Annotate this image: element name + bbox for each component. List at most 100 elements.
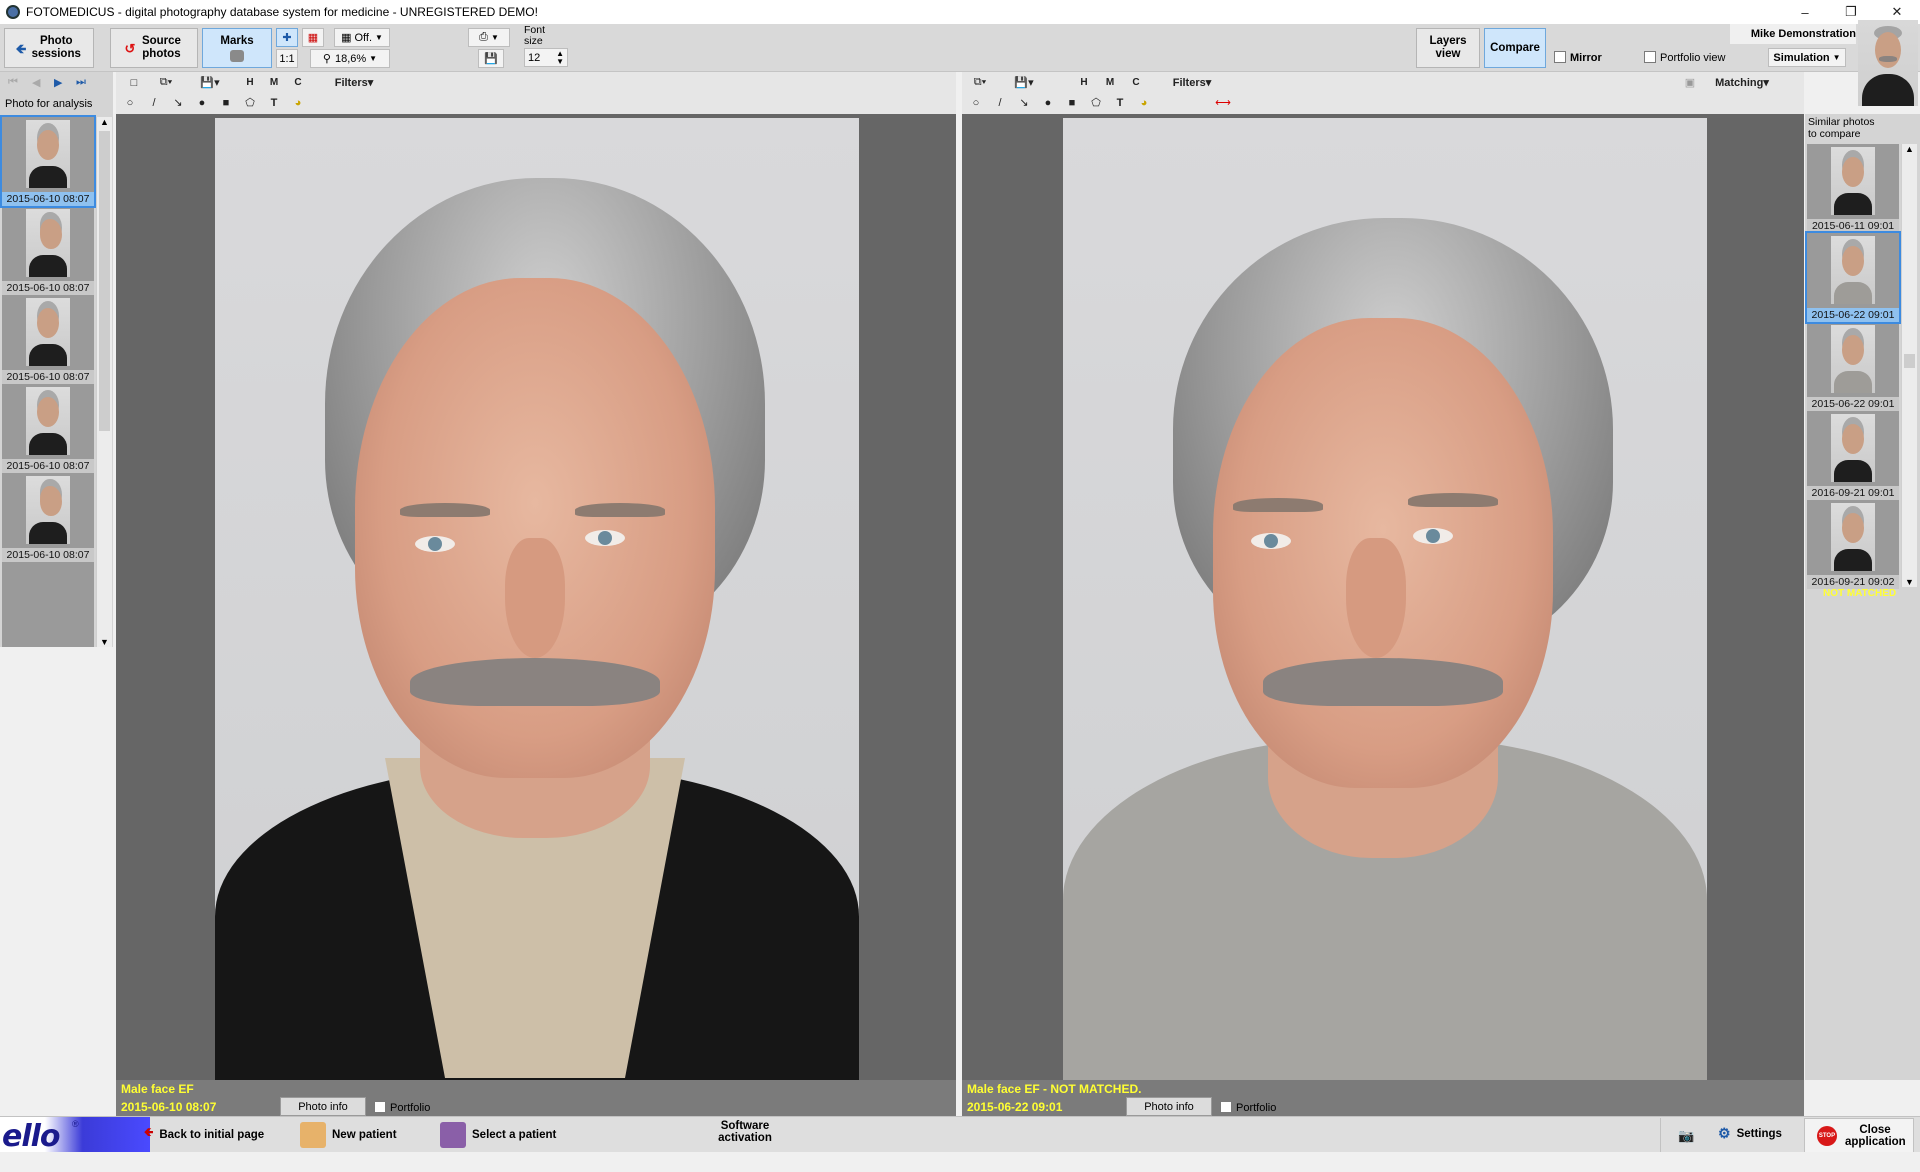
font-size-spinner[interactable]: 12 ▲ ▼ [524, 48, 568, 67]
mirror-checkbox[interactable]: Mirror [1554, 51, 1602, 64]
scroll-down-icon[interactable]: ▼ [1905, 577, 1914, 587]
left-scrollbar[interactable]: ▲ ▼ [96, 117, 112, 647]
simulation-dropdown[interactable]: Simulation ▼ [1768, 48, 1846, 67]
camera-icon[interactable]: 📷 [1678, 1128, 1694, 1144]
polygon-tool-icon[interactable]: ⬠ [1086, 94, 1106, 111]
right-thumbnail[interactable]: 2015-06-11 09:01 [1807, 144, 1899, 233]
filters-dropdown[interactable]: Filters ▾ [324, 74, 384, 91]
right-scrollbar[interactable]: ▲ ▼ [1901, 144, 1917, 587]
line-tool-icon[interactable]: / [990, 94, 1010, 111]
one-to-one-button[interactable]: 1:1 [276, 49, 298, 68]
wrench-icon: ⚙ [1718, 1125, 1731, 1141]
close-application-button[interactable]: STOP Close application [1804, 1118, 1914, 1153]
right-portfolio-checkbox-box[interactable] [1220, 1101, 1232, 1113]
portfolio-view-checkbox[interactable]: Portfolio view [1644, 51, 1725, 64]
grid-dropdown[interactable]: ▦ Off. ▼ [334, 28, 390, 47]
left-thumbnail[interactable]: 2015-06-10 08:07 [2, 206, 94, 295]
mirror-checkbox-box[interactable] [1554, 51, 1566, 63]
marks-button[interactable]: Marks [202, 28, 272, 68]
zoom-dropdown[interactable]: ⚲ 18,6% ▼ [310, 49, 390, 68]
filled-circle-tool-icon[interactable]: ● [1038, 94, 1058, 111]
color-picker-icon[interactable]: ◕ [288, 94, 308, 111]
left-photo-info-button[interactable]: Photo info [280, 1097, 366, 1116]
back-to-initial-page-button[interactable]: 🡸 Back to initial page [144, 1125, 264, 1144]
copy-dropdown-icon[interactable]: ⧉▾ [970, 74, 990, 91]
text-tool-icon[interactable]: T [264, 94, 284, 111]
photo-sessions-label: Photo sessions [31, 35, 81, 60]
h-button[interactable]: H [1074, 74, 1094, 91]
filled-circle-tool-icon[interactable]: ● [192, 94, 212, 111]
circle-tool-icon[interactable]: ○ [120, 94, 140, 111]
print-dropdown[interactable]: ⎙ ▼ [468, 28, 510, 47]
select-rect-icon[interactable]: □ [124, 74, 144, 91]
scroll-down-icon[interactable]: ▼ [100, 637, 109, 647]
photo-sessions-button[interactable]: 🡸 Photo sessions [4, 28, 94, 68]
prev-arrow-icon[interactable]: ◀ [32, 76, 40, 89]
filters-dropdown[interactable]: Filters ▾ [1162, 74, 1222, 91]
left-portfolio-checkbox[interactable]: Portfolio [374, 1101, 430, 1114]
save-button[interactable]: 💾 [478, 49, 504, 68]
grid-toggle-button[interactable]: ▦ [302, 28, 324, 47]
right-portfolio-checkbox[interactable]: Portfolio [1220, 1101, 1276, 1114]
left-thumbnail-list[interactable]: 2015-06-10 08:07 2015-06-10 08:07 2015-06-… [0, 115, 96, 647]
source-photos-button[interactable]: ↺ Source photos [110, 28, 198, 68]
right-thumbnail-list[interactable]: 2015-06-11 09:01 2015-06-22 09:01 2015-06-… [1805, 144, 1901, 589]
color-picker-icon[interactable]: ◕ [1134, 94, 1154, 111]
select-patient-button[interactable]: Select a patient [440, 1122, 556, 1148]
crosshair-button[interactable]: ✚ [276, 28, 298, 47]
overlay-icon[interactable]: ▣ [1680, 74, 1700, 91]
next-arrow-icon[interactable]: ▶ [54, 76, 62, 89]
right-thumbnail[interactable]: 2016-09-21 09:02 [1807, 500, 1899, 589]
filled-rect-tool-icon[interactable]: ■ [216, 94, 236, 111]
left-thumbnail[interactable]: 2015-06-10 08:07 [2, 295, 94, 384]
logo-text: ello [2, 1119, 61, 1154]
save-dropdown-icon[interactable]: 💾▾ [1014, 74, 1034, 91]
minimize-button[interactable]: – [1782, 0, 1828, 24]
m-button[interactable]: M [264, 74, 284, 91]
filled-rect-tool-icon[interactable]: ■ [1062, 94, 1082, 111]
right-thumbnail-date: 2015-06-11 09:01 [1807, 219, 1899, 233]
software-activation-button[interactable]: Software activation [700, 1120, 790, 1144]
h-button[interactable]: H [240, 74, 260, 91]
right-photo-info-button[interactable]: Photo info [1126, 1097, 1212, 1116]
chevron-down-icon: ▼ [369, 54, 378, 63]
matching-dropdown[interactable]: Matching ▾ [1704, 74, 1780, 91]
arrow-tool-icon[interactable]: ↘ [168, 94, 188, 111]
scroll-up-icon[interactable]: ▲ [100, 117, 109, 127]
left-portfolio-checkbox-box[interactable] [374, 1101, 386, 1113]
last-arrow-icon[interactable]: ⏭ [76, 76, 86, 89]
right-thumbnail-date: 2016-09-21 09:02 [1807, 575, 1899, 589]
right-thumbnail[interactable]: 2016-09-21 09:01 [1807, 411, 1899, 500]
right-scroll-thumb[interactable] [1904, 354, 1915, 368]
close-application-label: Close application [1845, 1123, 1906, 1148]
new-patient-button[interactable]: New patient [300, 1122, 397, 1148]
left-thumbnail[interactable]: 2015-06-10 08:07 [0, 115, 96, 208]
left-scroll-thumb[interactable] [99, 131, 110, 431]
text-tool-icon[interactable]: T [1110, 94, 1130, 111]
settings-button[interactable]: ⚙ Settings [1718, 1125, 1782, 1142]
first-arrow-icon[interactable]: ⏮ [8, 76, 18, 89]
right-thumbnail[interactable]: 2015-06-22 09:01 [1805, 231, 1901, 324]
m-button[interactable]: M [1100, 74, 1120, 91]
right-thumbnail-image [1831, 325, 1875, 393]
right-thumbnail[interactable]: 2015-06-22 09:01 [1807, 322, 1899, 411]
compare-button[interactable]: Compare [1484, 28, 1546, 68]
copy-dropdown-icon[interactable]: ⧉▾ [156, 74, 176, 91]
scroll-up-icon[interactable]: ▲ [1905, 144, 1914, 154]
layers-view-button[interactable]: Layers view [1416, 28, 1480, 68]
arrow-tool-icon[interactable]: ↘ [1014, 94, 1034, 111]
eraser-icon[interactable]: ⟷ [1210, 94, 1236, 111]
left-caption: Male face EF [121, 1082, 194, 1096]
circle-tool-icon[interactable]: ○ [966, 94, 986, 111]
filters-label: Filters [1172, 76, 1206, 89]
c-button[interactable]: C [288, 74, 308, 91]
select-patient-label: Select a patient [472, 1129, 557, 1141]
save-dropdown-icon[interactable]: 💾▾ [200, 74, 220, 91]
polygon-tool-icon[interactable]: ⬠ [240, 94, 260, 111]
c-button[interactable]: C [1126, 74, 1146, 91]
left-thumbnail[interactable]: 2015-06-10 08:07 [2, 473, 94, 562]
left-thumbnail[interactable]: 2015-06-10 08:07 [2, 384, 94, 473]
portfolio-view-checkbox-box[interactable] [1644, 51, 1656, 63]
new-patient-label: New patient [332, 1129, 397, 1141]
line-tool-icon[interactable]: / [144, 94, 164, 111]
